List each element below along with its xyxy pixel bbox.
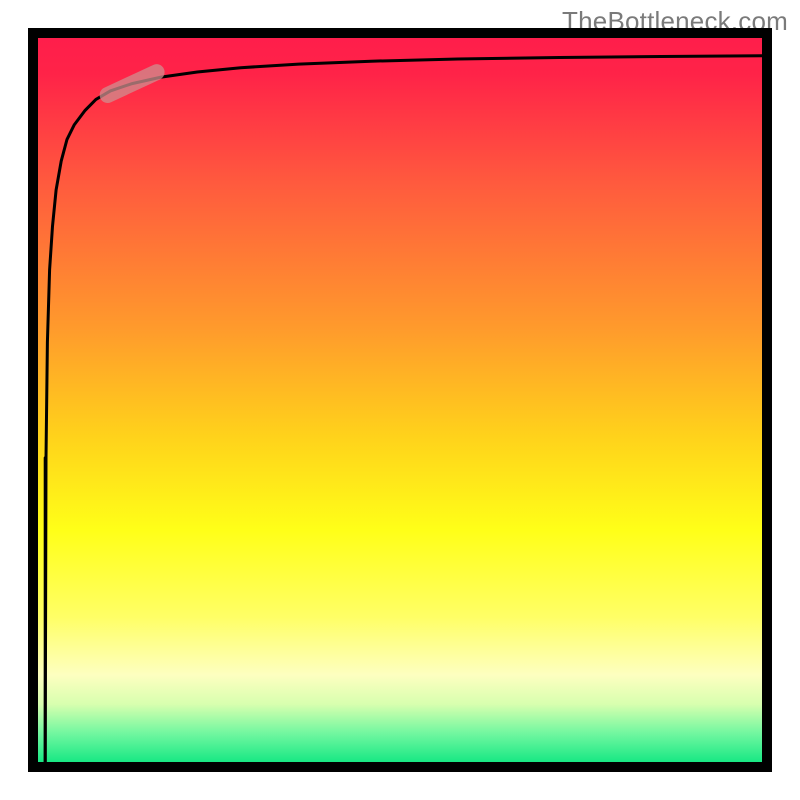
curve-layer bbox=[38, 38, 762, 762]
curve-line bbox=[45, 56, 762, 762]
curve-marker bbox=[97, 62, 167, 106]
plot-frame-bottom bbox=[38, 762, 762, 772]
plot-frame-top bbox=[38, 28, 762, 38]
plot-frame-right bbox=[762, 28, 772, 772]
plot-frame-left bbox=[28, 28, 38, 772]
chart-stage: TheBottleneck.com bbox=[0, 0, 800, 800]
plot-area bbox=[38, 38, 762, 762]
